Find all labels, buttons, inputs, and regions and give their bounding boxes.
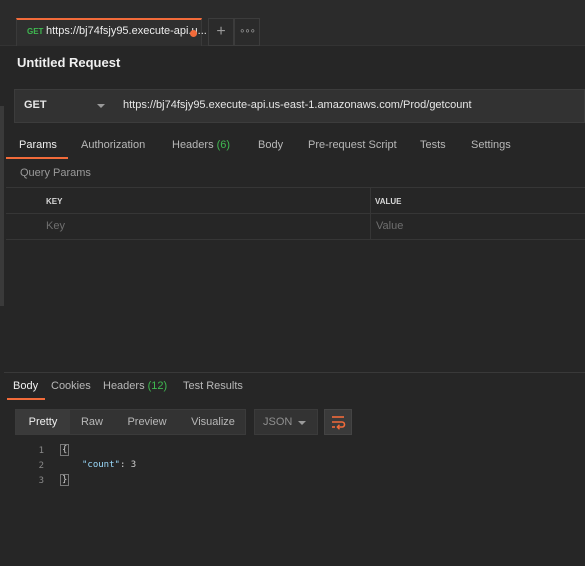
chevron-down-icon bbox=[97, 104, 105, 108]
open-brace: { bbox=[60, 444, 70, 456]
json-colon: : bbox=[119, 460, 131, 470]
value-column-header: VALUE bbox=[375, 197, 402, 206]
tab-method-label: GET bbox=[27, 27, 44, 36]
chevron-down-icon bbox=[298, 421, 306, 425]
line-content: "count": 3 bbox=[82, 460, 136, 470]
tab-authorization[interactable]: Authorization bbox=[81, 139, 145, 151]
tab-headers-label: Headers bbox=[172, 139, 214, 151]
wrap-lines-button[interactable] bbox=[324, 409, 352, 435]
line-number: 2 bbox=[38, 461, 44, 471]
unsaved-dot-icon bbox=[190, 30, 197, 37]
response-tab-test-results[interactable]: Test Results bbox=[183, 380, 243, 392]
value-input[interactable]: Value bbox=[376, 220, 403, 232]
tab-headers[interactable]: Headers (6) bbox=[172, 139, 230, 151]
tab-body[interactable]: Body bbox=[258, 139, 283, 151]
request-tabs: Params Authorization Headers (6) Body Pr… bbox=[0, 135, 585, 161]
query-params-label: Query Params bbox=[20, 167, 91, 179]
request-tab[interactable]: GET https://bj74fsjy95.execute-api.u... bbox=[16, 18, 207, 46]
view-pretty-button[interactable]: Pretty bbox=[16, 410, 70, 434]
view-mode-group: Pretty Raw Preview Visualize bbox=[15, 409, 246, 435]
line-number: 1 bbox=[38, 446, 44, 456]
active-response-tab-indicator bbox=[7, 398, 45, 400]
column-divider bbox=[370, 214, 371, 239]
url-input[interactable]: https://bj74fsjy95.execute-api.us-east-1… bbox=[123, 99, 472, 111]
response-tab-headers-count: (12) bbox=[147, 380, 168, 392]
format-select[interactable]: JSON bbox=[254, 409, 318, 435]
tab-options-more-icon[interactable]: ∘∘∘ bbox=[234, 18, 260, 46]
tab-headers-count: (6) bbox=[216, 139, 231, 151]
view-visualize-button[interactable]: Visualize bbox=[182, 410, 244, 434]
tab-pre-request-script[interactable]: Pre-request Script bbox=[308, 139, 397, 151]
line-number: 3 bbox=[38, 476, 44, 486]
response-tab-cookies[interactable]: Cookies bbox=[51, 380, 91, 392]
format-select-label: JSON bbox=[263, 416, 293, 428]
response-tab-body[interactable]: Body bbox=[13, 380, 38, 392]
tab-title: https://bj74fsjy95.execute-api.u... bbox=[46, 25, 207, 37]
json-key: "count" bbox=[82, 460, 120, 470]
active-tab-indicator bbox=[6, 157, 68, 159]
response-pane-divider[interactable] bbox=[4, 372, 585, 373]
table-header-row: KEY VALUE bbox=[6, 187, 585, 214]
wrap-lines-icon bbox=[332, 416, 346, 430]
url-bar: GET https://bj74fsjy95.execute-api.us-ea… bbox=[14, 89, 585, 123]
tab-params[interactable]: Params bbox=[19, 139, 57, 151]
key-column-header: KEY bbox=[46, 197, 63, 206]
method-select[interactable]: GET bbox=[15, 90, 111, 122]
column-divider bbox=[370, 188, 371, 213]
view-raw-button[interactable]: Raw bbox=[72, 410, 112, 434]
response-tabs: Body Cookies Headers (12) Test Results bbox=[0, 376, 585, 402]
close-brace: } bbox=[60, 474, 70, 486]
tab-tests[interactable]: Tests bbox=[420, 139, 446, 151]
line-content: } bbox=[60, 474, 70, 486]
new-tab-plus-icon[interactable]: + bbox=[208, 18, 234, 46]
request-name[interactable]: Untitled Request bbox=[17, 55, 120, 70]
request-tab-bar: GET https://bj74fsjy95.execute-api.u... … bbox=[0, 0, 585, 46]
method-select-label: GET bbox=[24, 99, 47, 111]
json-value: 3 bbox=[130, 460, 137, 470]
table-row: Key Value bbox=[6, 214, 585, 240]
view-preview-button[interactable]: Preview bbox=[118, 410, 176, 434]
response-tab-headers-label: Headers bbox=[103, 380, 145, 392]
line-content: { bbox=[60, 444, 70, 456]
tab-settings[interactable]: Settings bbox=[471, 139, 511, 151]
response-tab-headers[interactable]: Headers (12) bbox=[103, 380, 167, 392]
key-input[interactable]: Key bbox=[46, 220, 65, 232]
